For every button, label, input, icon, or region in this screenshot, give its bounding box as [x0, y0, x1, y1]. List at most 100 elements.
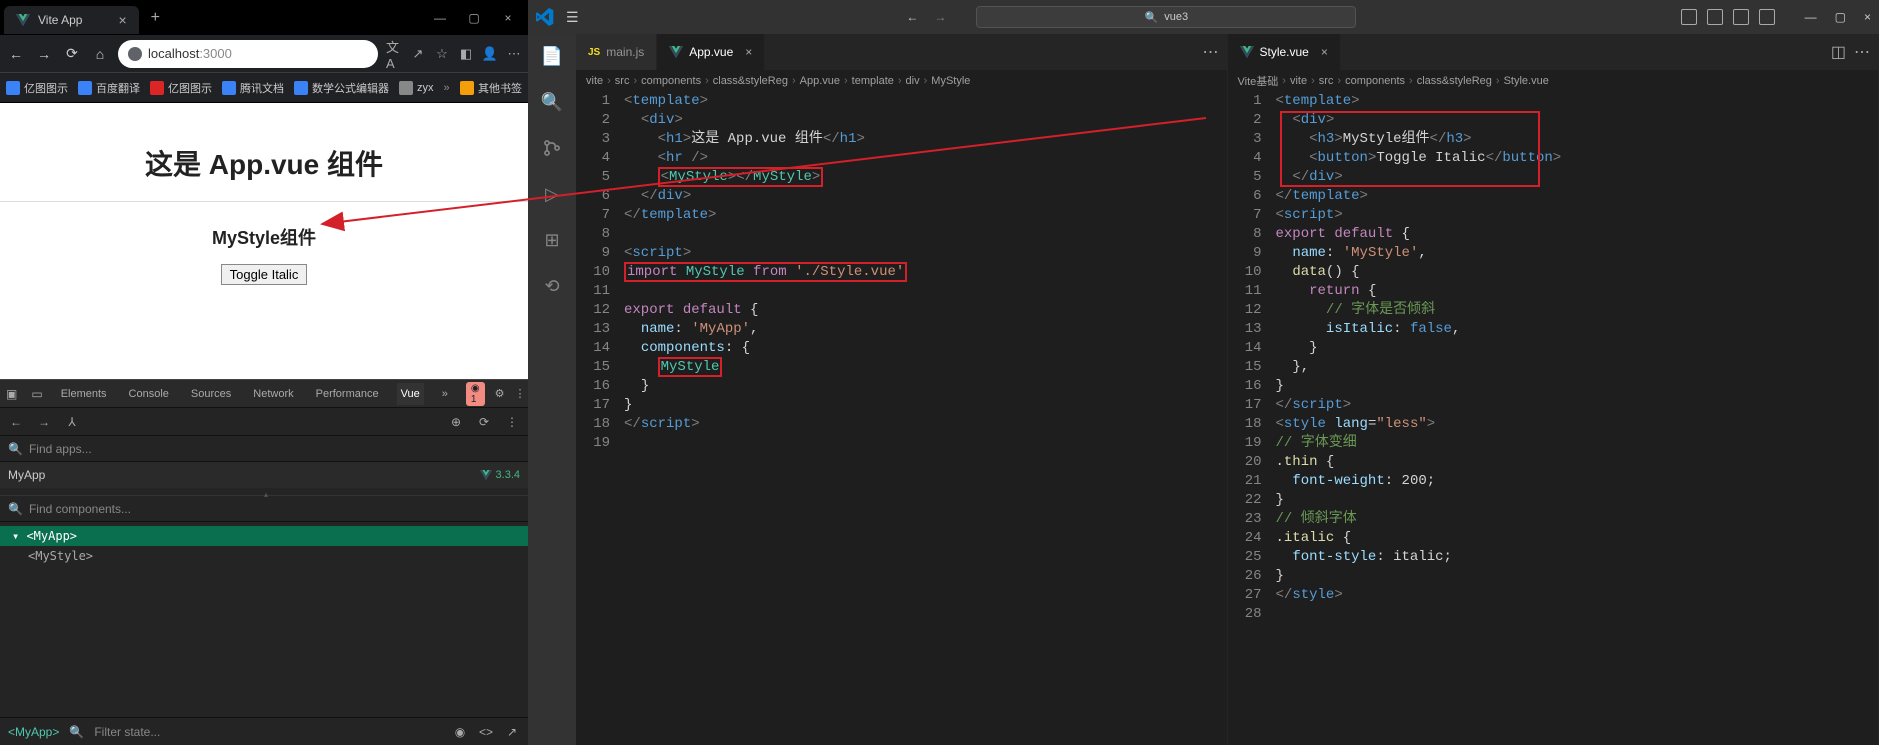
bookmark-item[interactable]: 亿图图示: [150, 80, 212, 96]
explorer-icon[interactable]: 📄: [540, 44, 564, 68]
tab-main-js[interactable]: JS main.js: [576, 34, 657, 70]
forward-button[interactable]: →: [34, 44, 54, 64]
command-center-search[interactable]: 🔍vue3: [976, 6, 1356, 28]
forward-icon[interactable]: →: [36, 414, 52, 430]
extensions-icon[interactable]: ⊞: [540, 228, 564, 252]
layout-icon[interactable]: [1707, 9, 1723, 25]
vscode-titlebar: ☰ ← → 🔍vue3 — ▢ ×: [528, 0, 1879, 34]
layout-icon[interactable]: [1733, 9, 1749, 25]
vscode-window: ☰ ← → 🔍vue3 — ▢ × 📄 🔍 ▷ ⊞ ⟲: [528, 0, 1879, 745]
js-icon: JS: [588, 47, 600, 58]
bookmark-item[interactable]: 百度翻译: [78, 80, 140, 96]
share-icon[interactable]: ↗: [410, 46, 426, 62]
vite-icon: [16, 13, 30, 27]
vue-icon: [669, 46, 683, 58]
devtools-tab-sources[interactable]: Sources: [187, 383, 235, 405]
find-apps-search[interactable]: 🔍 Find apps...: [0, 436, 528, 462]
bookmark-item[interactable]: zyx: [399, 81, 434, 95]
tab-style-vue[interactable]: Style.vue ×: [1228, 34, 1341, 70]
components-icon[interactable]: ⅄: [64, 414, 80, 430]
app-row[interactable]: MyApp 3.3.4: [0, 462, 528, 488]
tree-node-root[interactable]: ▾ <MyApp>: [0, 526, 528, 546]
nav-forward-icon[interactable]: →: [934, 10, 946, 24]
refresh-icon[interactable]: ⟳: [476, 414, 492, 430]
layout-customize-icon[interactable]: [1759, 9, 1775, 25]
back-button[interactable]: ←: [6, 44, 26, 64]
url-bar[interactable]: localhost:3000: [118, 40, 378, 68]
breadcrumb-1[interactable]: vite › src › components › class&styleReg…: [576, 70, 1227, 92]
extension-icon[interactable]: ◧: [458, 46, 474, 62]
close-button[interactable]: ×: [1864, 10, 1871, 24]
debug-icon[interactable]: ▷: [540, 182, 564, 206]
maximize-button[interactable]: ▢: [466, 11, 482, 25]
menu-icon[interactable]: ⋯: [506, 46, 522, 62]
more-icon[interactable]: ⋯: [1203, 42, 1219, 62]
more-icon[interactable]: ⋯: [1854, 42, 1870, 62]
eye-icon[interactable]: ◉: [452, 724, 468, 740]
tab-app-vue[interactable]: App.vue ×: [657, 34, 765, 70]
hamburger-icon[interactable]: ☰: [566, 9, 582, 26]
bookmark-folder[interactable]: 其他书签: [460, 80, 522, 96]
devtools-tab-network[interactable]: Network: [249, 383, 297, 405]
device-icon[interactable]: ▭: [31, 386, 42, 402]
window-controls: — ▢ ×: [432, 11, 524, 25]
find-components-search[interactable]: 🔍 Find components...: [0, 496, 528, 522]
settings-icon[interactable]: ⚙: [495, 387, 505, 400]
translate-icon[interactable]: 文A: [386, 46, 402, 62]
component-tree: ▾ <MyApp> <MyStyle>: [0, 522, 528, 570]
devtools-tab-vue[interactable]: Vue: [397, 383, 424, 405]
breadcrumb-2[interactable]: Vite基础 › vite › src › components › class…: [1228, 70, 1879, 92]
bookmark-item[interactable]: 腾讯文档: [222, 80, 284, 96]
search-icon: 🔍: [69, 725, 84, 739]
browser-titlebar: Vite App × + — ▢ ×: [0, 0, 528, 35]
vue-devtools-toolbar: ← → ⅄ ⊕ ⟳ ⋮: [0, 408, 528, 436]
bookmarks-bar: 亿图图示 百度翻译 亿图图示 腾讯文档 数学公式编辑器 zyx » 其他书签: [0, 73, 528, 103]
split-handle[interactable]: ▴: [0, 488, 528, 496]
split-icon[interactable]: ◫: [1831, 42, 1846, 62]
popout-icon[interactable]: ↗: [504, 724, 520, 740]
toggle-italic-button[interactable]: Toggle Italic: [221, 264, 308, 285]
site-info-icon[interactable]: [128, 47, 142, 61]
reload-button[interactable]: ⟳: [62, 44, 82, 64]
devtools-tab-performance[interactable]: Performance: [312, 383, 383, 405]
search-icon: 🔍: [1145, 11, 1159, 24]
close-button[interactable]: ×: [500, 11, 516, 25]
minimize-button[interactable]: —: [432, 11, 448, 25]
layout-icon[interactable]: [1681, 9, 1697, 25]
code-icon[interactable]: <>: [478, 724, 494, 740]
maximize-button[interactable]: ▢: [1835, 10, 1846, 24]
star-icon[interactable]: ☆: [434, 46, 450, 62]
more-icon[interactable]: ⋮: [504, 414, 520, 430]
search-icon[interactable]: 🔍: [540, 90, 564, 114]
inspect-icon[interactable]: ▣: [6, 386, 17, 402]
nav-back-icon[interactable]: ←: [906, 10, 918, 24]
tab-add-button[interactable]: +: [151, 9, 160, 27]
filter-state-input[interactable]: Filter state...: [94, 725, 160, 739]
activity-bar: 📄 🔍 ▷ ⊞ ⟲: [528, 34, 576, 745]
devtools-tab-console[interactable]: Console: [125, 383, 173, 405]
back-icon[interactable]: ←: [8, 414, 24, 430]
tab-close-icon[interactable]: ×: [118, 12, 126, 28]
component-path: <MyApp>: [8, 725, 59, 739]
tab-close-icon[interactable]: ×: [745, 45, 752, 59]
minimize-button[interactable]: —: [1805, 10, 1817, 24]
divider: [0, 201, 528, 202]
bookmark-item[interactable]: 亿图图示: [6, 80, 68, 96]
tab-close-icon[interactable]: ×: [1321, 45, 1328, 59]
remote-icon[interactable]: ⟲: [540, 274, 564, 298]
error-badge[interactable]: ◉ 1: [466, 382, 485, 406]
search-icon: 🔍: [8, 502, 23, 516]
profile-icon[interactable]: 👤: [482, 46, 498, 62]
home-button[interactable]: ⌂: [90, 44, 110, 64]
git-icon[interactable]: [540, 136, 564, 160]
vscode-icon: [536, 8, 554, 26]
target-icon[interactable]: ⊕: [448, 414, 464, 430]
code-editor-1[interactable]: 12345678910111213141516171819 <template>…: [576, 92, 1227, 745]
browser-tab[interactable]: Vite App ×: [4, 6, 139, 34]
bookmark-item[interactable]: 数学公式编辑器: [294, 80, 389, 96]
devtools-tab-elements[interactable]: Elements: [57, 383, 111, 405]
devtools-menu-icon[interactable]: ⋮: [515, 387, 526, 400]
code-editor-2[interactable]: 1234567891011121314151617181920212223242…: [1228, 92, 1879, 745]
devtools-tab-more[interactable]: »: [438, 383, 452, 405]
tree-node-child[interactable]: <MyStyle>: [0, 546, 528, 566]
